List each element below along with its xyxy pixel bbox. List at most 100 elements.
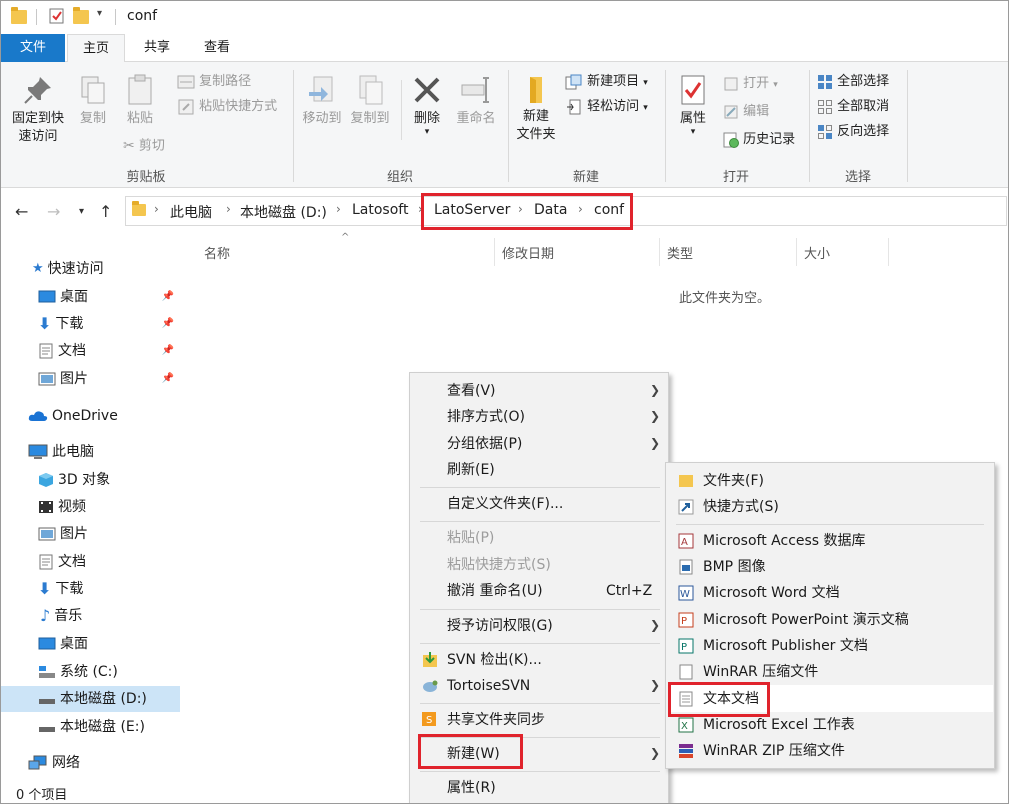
nav-pictures-pc[interactable]: 图片 bbox=[0, 521, 180, 547]
submenu-item-bmp[interactable]: BMP 图像 bbox=[703, 554, 766, 580]
paste-button[interactable]: 粘贴 bbox=[119, 74, 161, 128]
forward-arrow-icon[interactable]: → bbox=[47, 202, 60, 221]
menu-item-tortoisesvn[interactable]: TortoiseSVN bbox=[447, 673, 530, 699]
submenu-item-text-document[interactable]: 文本文档 bbox=[703, 686, 759, 712]
menu-item-grant-access[interactable]: 授予访问权限(G) bbox=[447, 613, 553, 639]
column-divider[interactable] bbox=[659, 238, 660, 266]
tab-view[interactable]: 查看 bbox=[189, 34, 245, 62]
submenu-item-access[interactable]: Microsoft Access 数据库 bbox=[703, 528, 866, 554]
back-arrow-icon[interactable]: ← bbox=[15, 202, 28, 221]
breadcrumb-latoserver[interactable]: LatoServer bbox=[434, 202, 510, 218]
submenu-item-folder[interactable]: 文件夹(F) bbox=[703, 468, 764, 494]
pin-icon[interactable]: 📌 bbox=[162, 338, 174, 364]
nav-videos[interactable]: 视频 bbox=[0, 494, 180, 520]
nav-downloads-pc[interactable]: ⬇ 下载 bbox=[0, 576, 180, 602]
column-date[interactable]: 修改日期 bbox=[502, 243, 554, 262]
nav-documents-pc[interactable]: 文档 bbox=[0, 549, 180, 575]
breadcrumb-data[interactable]: Data bbox=[534, 202, 567, 218]
column-divider[interactable] bbox=[494, 238, 495, 266]
menu-item-undo-rename[interactable]: 撤消 重命名(U) bbox=[447, 578, 543, 604]
menu-item-share-sync[interactable]: 共享文件夹同步 bbox=[447, 707, 545, 733]
breadcrumb-separator-icon[interactable]: › bbox=[518, 202, 523, 216]
nav-desktop[interactable]: 桌面 📌 bbox=[0, 284, 180, 310]
breadcrumb-separator-icon[interactable]: › bbox=[154, 202, 159, 216]
submenu-item-publisher[interactable]: Microsoft Publisher 文档 bbox=[703, 633, 868, 659]
move-to-button[interactable]: 移动到 bbox=[299, 74, 345, 128]
nav-downloads[interactable]: ⬇ 下载 📌 bbox=[0, 311, 180, 337]
menu-item-view[interactable]: 查看(V) bbox=[447, 378, 496, 404]
properties-button[interactable]: 属性 ▾ bbox=[671, 74, 715, 137]
properties-check-icon[interactable] bbox=[49, 8, 65, 24]
menu-item-sort[interactable]: 排序方式(O) bbox=[447, 404, 525, 430]
pin-icon[interactable]: 📌 bbox=[162, 284, 174, 310]
column-type[interactable]: 类型 bbox=[667, 243, 693, 262]
easy-access-button[interactable]: 轻松访问 ▾ bbox=[565, 97, 648, 117]
nav-pictures[interactable]: 图片 📌 bbox=[0, 366, 180, 392]
submenu-item-shortcut[interactable]: 快捷方式(S) bbox=[703, 494, 779, 520]
nav-network[interactable]: 网络 bbox=[0, 750, 180, 776]
nav-desktop-pc[interactable]: 桌面 bbox=[0, 631, 180, 657]
tab-share[interactable]: 共享 bbox=[129, 34, 185, 62]
column-size[interactable]: 大小 bbox=[804, 243, 830, 262]
breadcrumb-drive-d[interactable]: 本地磁盘 (D:) bbox=[240, 202, 327, 222]
column-name[interactable]: 名称 bbox=[204, 243, 230, 262]
copy-path-button[interactable]: 复制路径 bbox=[177, 72, 251, 92]
folder-icon[interactable] bbox=[11, 7, 27, 24]
copy-to-button[interactable]: 复制到 bbox=[347, 74, 393, 128]
nav-onedrive[interactable]: OneDrive bbox=[0, 403, 180, 429]
menu-item-properties[interactable]: 属性(R) bbox=[447, 775, 496, 801]
nav-drive-d[interactable]: 本地磁盘 (D:) bbox=[0, 686, 180, 712]
submenu-item-word[interactable]: Microsoft Word 文档 bbox=[703, 580, 840, 606]
nav-quick-access[interactable]: ★ 快速访问 bbox=[0, 256, 180, 282]
column-divider[interactable] bbox=[796, 238, 797, 266]
new-folder-button[interactable]: 新建 文件夹 bbox=[513, 74, 559, 144]
recent-locations-chevron-icon[interactable]: ▾ bbox=[79, 206, 84, 217]
nav-music[interactable]: ♪ 音乐 bbox=[0, 603, 180, 629]
submenu-item-excel[interactable]: Microsoft Excel 工作表 bbox=[703, 712, 855, 738]
menu-item-paste[interactable]: 粘贴(P) bbox=[447, 525, 494, 551]
column-divider[interactable] bbox=[888, 238, 889, 266]
select-all-button[interactable]: 全部选择 bbox=[817, 72, 889, 92]
pin-icon[interactable]: 📌 bbox=[162, 366, 174, 392]
nav-3d-objects[interactable]: 3D 对象 bbox=[0, 467, 180, 493]
breadcrumb-latosoft[interactable]: Latosoft bbox=[352, 202, 408, 218]
nav-drive-c[interactable]: 系统 (C:) bbox=[0, 659, 180, 685]
up-arrow-icon[interactable]: ↑ bbox=[99, 202, 112, 221]
menu-item-refresh[interactable]: 刷新(E) bbox=[447, 457, 495, 483]
tab-file[interactable]: 文件 bbox=[1, 34, 65, 62]
nav-this-pc[interactable]: 此电脑 bbox=[0, 439, 180, 465]
select-none-button[interactable]: 全部取消 bbox=[817, 97, 889, 117]
paste-shortcut-button[interactable]: 粘贴快捷方式 bbox=[177, 97, 277, 117]
pin-icon[interactable]: 📌 bbox=[162, 311, 174, 337]
properties-dropdown-icon[interactable]: ▾ bbox=[671, 128, 715, 137]
breadcrumb-separator-icon[interactable]: › bbox=[336, 202, 341, 216]
nav-documents[interactable]: 文档 📌 bbox=[0, 338, 180, 364]
menu-item-svn-checkout[interactable]: SVN 检出(K)... bbox=[447, 647, 542, 673]
breadcrumb-separator-icon[interactable]: › bbox=[418, 202, 423, 216]
new-folder-icon[interactable] bbox=[73, 7, 89, 24]
edit-button[interactable]: 编辑 bbox=[723, 102, 769, 122]
menu-item-group[interactable]: 分组依据(P) bbox=[447, 431, 522, 457]
delete-dropdown-icon[interactable]: ▾ bbox=[407, 128, 447, 137]
new-item-button[interactable]: 新建项目 ▾ bbox=[565, 72, 648, 92]
invert-selection-button[interactable]: 反向选择 bbox=[817, 122, 889, 142]
rename-button[interactable]: 重命名 bbox=[451, 74, 501, 128]
nav-drive-e[interactable]: 本地磁盘 (E:) bbox=[0, 714, 180, 740]
copy-button[interactable]: 复制 bbox=[73, 74, 113, 128]
breadcrumb-separator-icon[interactable]: › bbox=[226, 202, 231, 216]
customize-toolbar-icon[interactable]: ▾ bbox=[97, 8, 113, 24]
breadcrumb-conf[interactable]: conf bbox=[594, 202, 624, 218]
open-button[interactable]: 打开 ▾ bbox=[723, 74, 778, 94]
menu-item-new[interactable]: 新建(W) bbox=[447, 741, 500, 767]
submenu-item-winrar[interactable]: WinRAR 压缩文件 bbox=[703, 659, 818, 685]
breadcrumb-separator-icon[interactable]: › bbox=[578, 202, 583, 216]
submenu-item-powerpoint[interactable]: Microsoft PowerPoint 演示文稿 bbox=[703, 607, 909, 633]
menu-item-paste-shortcut[interactable]: 粘贴快捷方式(S) bbox=[447, 552, 551, 578]
submenu-item-winrar-zip[interactable]: WinRAR ZIP 压缩文件 bbox=[703, 738, 845, 764]
history-button[interactable]: 历史记录 bbox=[723, 130, 795, 150]
tab-home[interactable]: 主页 bbox=[67, 34, 125, 63]
menu-item-customize[interactable]: 自定义文件夹(F)... bbox=[447, 491, 563, 517]
delete-button[interactable]: 删除 ▾ bbox=[407, 74, 447, 137]
pin-quick-access-button[interactable]: 固定到快 速访问 bbox=[7, 74, 69, 146]
address-bar[interactable]: › 此电脑 › 本地磁盘 (D:) › Latosoft › LatoServe… bbox=[125, 196, 1007, 226]
